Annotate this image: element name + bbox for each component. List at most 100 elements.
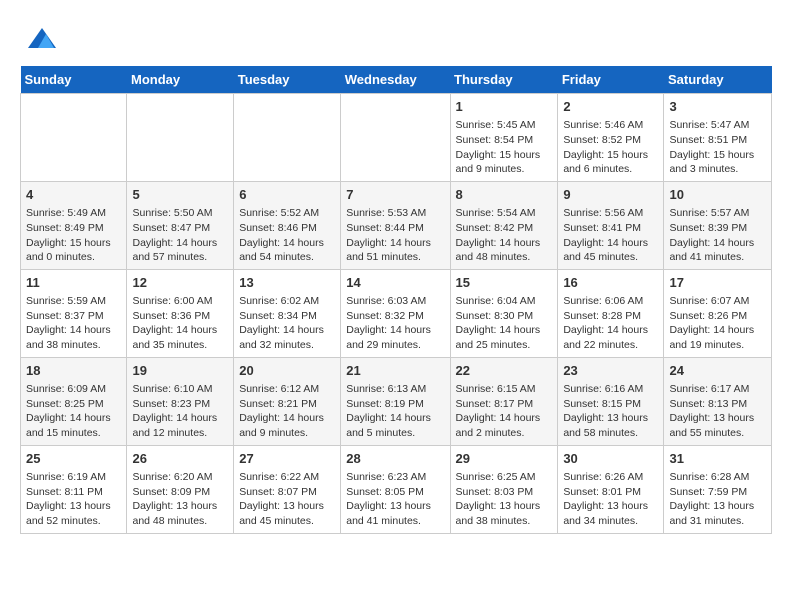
day-info: Sunrise: 6:13 AM Sunset: 8:19 PM Dayligh… xyxy=(346,382,444,441)
day-cell: 27Sunrise: 6:22 AM Sunset: 8:07 PM Dayli… xyxy=(234,445,341,533)
day-cell: 11Sunrise: 5:59 AM Sunset: 8:37 PM Dayli… xyxy=(21,269,127,357)
day-info: Sunrise: 6:23 AM Sunset: 8:05 PM Dayligh… xyxy=(346,470,444,529)
day-info: Sunrise: 6:07 AM Sunset: 8:26 PM Dayligh… xyxy=(669,294,766,353)
week-row-3: 11Sunrise: 5:59 AM Sunset: 8:37 PM Dayli… xyxy=(21,269,772,357)
day-info: Sunrise: 5:57 AM Sunset: 8:39 PM Dayligh… xyxy=(669,206,766,265)
day-cell: 1Sunrise: 5:45 AM Sunset: 8:54 PM Daylig… xyxy=(450,94,558,182)
day-number: 25 xyxy=(26,450,121,468)
day-info: Sunrise: 6:16 AM Sunset: 8:15 PM Dayligh… xyxy=(563,382,658,441)
day-cell xyxy=(127,94,234,182)
day-number: 8 xyxy=(456,186,553,204)
day-info: Sunrise: 6:28 AM Sunset: 7:59 PM Dayligh… xyxy=(669,470,766,529)
day-info: Sunrise: 6:09 AM Sunset: 8:25 PM Dayligh… xyxy=(26,382,121,441)
day-cell: 9 Sunrise: 5:56 AM Sunset: 8:41 PM Daylig… xyxy=(558,181,664,269)
day-number: 7 xyxy=(346,186,444,204)
day-number: 4 xyxy=(26,186,121,204)
day-info: Sunrise: 6:26 AM Sunset: 8:01 PM Dayligh… xyxy=(563,470,658,529)
week-row-5: 25Sunrise: 6:19 AM Sunset: 8:11 PM Dayli… xyxy=(21,445,772,533)
day-number: 19 xyxy=(132,362,228,380)
day-number: 9 xyxy=(563,186,658,204)
day-number: 3 xyxy=(669,98,766,116)
day-cell: 23 Sunrise: 6:16 AM Sunset: 8:15 PM Dayli… xyxy=(558,357,664,445)
day-cell: 14 Sunrise: 6:03 AM Sunset: 8:32 PM Dayli… xyxy=(341,269,450,357)
day-number: 27 xyxy=(239,450,335,468)
day-number: 24 xyxy=(669,362,766,380)
day-cell: 31 Sunrise: 6:28 AM Sunset: 7:59 PM Dayli… xyxy=(664,445,772,533)
day-cell: 29Sunrise: 6:25 AM Sunset: 8:03 PM Dayli… xyxy=(450,445,558,533)
day-cell: 8 Sunrise: 5:54 AM Sunset: 8:42 PM Daylig… xyxy=(450,181,558,269)
day-number: 6 xyxy=(239,186,335,204)
day-cell xyxy=(21,94,127,182)
day-cell: 26Sunrise: 6:20 AM Sunset: 8:09 PM Dayli… xyxy=(127,445,234,533)
col-header-friday: Friday xyxy=(558,66,664,94)
day-cell: 25Sunrise: 6:19 AM Sunset: 8:11 PM Dayli… xyxy=(21,445,127,533)
day-number: 16 xyxy=(563,274,658,292)
day-number: 28 xyxy=(346,450,444,468)
day-cell: 3 Sunrise: 5:47 AM Sunset: 8:51 PM Daylig… xyxy=(664,94,772,182)
day-info: Sunrise: 5:53 AM Sunset: 8:44 PM Dayligh… xyxy=(346,206,444,265)
calendar-table: SundayMondayTuesdayWednesdayThursdayFrid… xyxy=(20,66,772,534)
day-number: 5 xyxy=(132,186,228,204)
logo-icon xyxy=(24,20,60,56)
day-info: Sunrise: 5:45 AM Sunset: 8:54 PM Dayligh… xyxy=(456,118,553,177)
day-number: 22 xyxy=(456,362,553,380)
day-cell: 2 Sunrise: 5:46 AM Sunset: 8:52 PM Daylig… xyxy=(558,94,664,182)
day-number: 13 xyxy=(239,274,335,292)
day-info: Sunrise: 5:52 AM Sunset: 8:46 PM Dayligh… xyxy=(239,206,335,265)
day-cell: 4 Sunrise: 5:49 AM Sunset: 8:49 PM Daylig… xyxy=(21,181,127,269)
day-number: 12 xyxy=(132,274,228,292)
day-cell: 28 Sunrise: 6:23 AM Sunset: 8:05 PM Dayli… xyxy=(341,445,450,533)
day-cell: 12 Sunrise: 6:00 AM Sunset: 8:36 PM Dayli… xyxy=(127,269,234,357)
day-info: Sunrise: 6:10 AM Sunset: 8:23 PM Dayligh… xyxy=(132,382,228,441)
col-header-sunday: Sunday xyxy=(21,66,127,94)
col-header-monday: Monday xyxy=(127,66,234,94)
day-number: 18 xyxy=(26,362,121,380)
day-cell xyxy=(341,94,450,182)
day-info: Sunrise: 6:00 AM Sunset: 8:36 PM Dayligh… xyxy=(132,294,228,353)
day-info: Sunrise: 6:12 AM Sunset: 8:21 PM Dayligh… xyxy=(239,382,335,441)
day-number: 31 xyxy=(669,450,766,468)
day-cell: 18 Sunrise: 6:09 AM Sunset: 8:25 PM Dayli… xyxy=(21,357,127,445)
header-row: SundayMondayTuesdayWednesdayThursdayFrid… xyxy=(21,66,772,94)
day-info: Sunrise: 6:03 AM Sunset: 8:32 PM Dayligh… xyxy=(346,294,444,353)
day-cell: 13 Sunrise: 6:02 AM Sunset: 8:34 PM Dayli… xyxy=(234,269,341,357)
col-header-tuesday: Tuesday xyxy=(234,66,341,94)
day-info: Sunrise: 5:49 AM Sunset: 8:49 PM Dayligh… xyxy=(26,206,121,265)
day-cell: 24 Sunrise: 6:17 AM Sunset: 8:13 PM Dayli… xyxy=(664,357,772,445)
day-cell: 30 Sunrise: 6:26 AM Sunset: 8:01 PM Dayli… xyxy=(558,445,664,533)
col-header-saturday: Saturday xyxy=(664,66,772,94)
day-cell: 21 Sunrise: 6:13 AM Sunset: 8:19 PM Dayli… xyxy=(341,357,450,445)
week-row-4: 18 Sunrise: 6:09 AM Sunset: 8:25 PM Dayli… xyxy=(21,357,772,445)
day-cell: 19 Sunrise: 6:10 AM Sunset: 8:23 PM Dayli… xyxy=(127,357,234,445)
day-info: Sunrise: 6:15 AM Sunset: 8:17 PM Dayligh… xyxy=(456,382,553,441)
day-info: Sunrise: 6:20 AM Sunset: 8:09 PM Dayligh… xyxy=(132,470,228,529)
day-info: Sunrise: 6:25 AM Sunset: 8:03 PM Dayligh… xyxy=(456,470,553,529)
day-info: Sunrise: 5:47 AM Sunset: 8:51 PM Dayligh… xyxy=(669,118,766,177)
week-row-1: 1Sunrise: 5:45 AM Sunset: 8:54 PM Daylig… xyxy=(21,94,772,182)
day-info: Sunrise: 5:46 AM Sunset: 8:52 PM Dayligh… xyxy=(563,118,658,177)
day-cell xyxy=(234,94,341,182)
day-info: Sunrise: 5:50 AM Sunset: 8:47 PM Dayligh… xyxy=(132,206,228,265)
day-cell: 16 Sunrise: 6:06 AM Sunset: 8:28 PM Dayli… xyxy=(558,269,664,357)
day-number: 17 xyxy=(669,274,766,292)
logo xyxy=(20,20,60,56)
day-info: Sunrise: 5:54 AM Sunset: 8:42 PM Dayligh… xyxy=(456,206,553,265)
day-info: Sunrise: 6:04 AM Sunset: 8:30 PM Dayligh… xyxy=(456,294,553,353)
day-info: Sunrise: 5:56 AM Sunset: 8:41 PM Dayligh… xyxy=(563,206,658,265)
day-number: 21 xyxy=(346,362,444,380)
day-cell: 20 Sunrise: 6:12 AM Sunset: 8:21 PM Dayli… xyxy=(234,357,341,445)
day-info: Sunrise: 6:06 AM Sunset: 8:28 PM Dayligh… xyxy=(563,294,658,353)
day-info: Sunrise: 6:02 AM Sunset: 8:34 PM Dayligh… xyxy=(239,294,335,353)
day-number: 10 xyxy=(669,186,766,204)
day-number: 14 xyxy=(346,274,444,292)
day-number: 30 xyxy=(563,450,658,468)
day-info: Sunrise: 6:17 AM Sunset: 8:13 PM Dayligh… xyxy=(669,382,766,441)
day-cell: 17 Sunrise: 6:07 AM Sunset: 8:26 PM Dayli… xyxy=(664,269,772,357)
col-header-thursday: Thursday xyxy=(450,66,558,94)
page-header xyxy=(20,20,772,56)
day-number: 20 xyxy=(239,362,335,380)
day-number: 15 xyxy=(456,274,553,292)
day-number: 2 xyxy=(563,98,658,116)
week-row-2: 4 Sunrise: 5:49 AM Sunset: 8:49 PM Daylig… xyxy=(21,181,772,269)
day-number: 23 xyxy=(563,362,658,380)
